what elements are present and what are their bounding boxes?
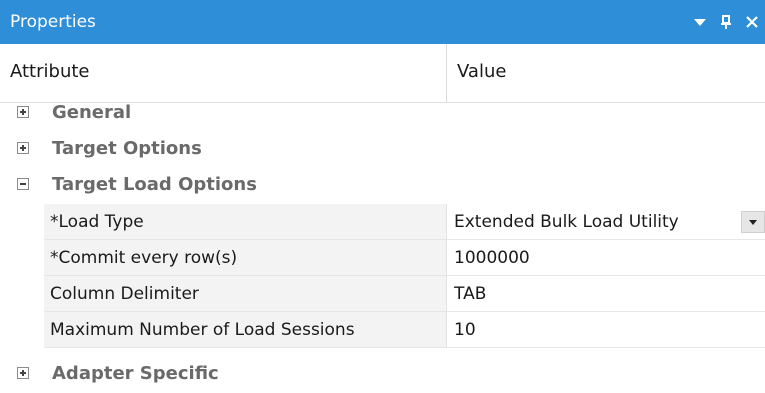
category-general[interactable]: General bbox=[0, 94, 765, 132]
commit-rows-field[interactable]: 1000000 bbox=[454, 248, 530, 268]
value-cell[interactable]: Extended Bulk Load Utility bbox=[446, 204, 765, 240]
category-target-load-options[interactable]: Target Load Options bbox=[0, 166, 765, 204]
load-type-select[interactable]: Extended Bulk Load Utility bbox=[454, 212, 679, 232]
chevron-down-icon[interactable] bbox=[687, 9, 713, 35]
panel-title: Properties bbox=[10, 12, 96, 32]
attribute-cell[interactable]: *Load Type bbox=[44, 204, 446, 240]
attribute-name: Column Delimiter bbox=[50, 284, 199, 304]
property-row-load-type[interactable]: *Load Type Extended Bulk Load Utility bbox=[0, 204, 765, 240]
property-row-max-load-sessions[interactable]: Maximum Number of Load Sessions 10 bbox=[0, 312, 765, 348]
value-cell[interactable]: 10 bbox=[446, 312, 765, 348]
value-cell[interactable]: TAB bbox=[446, 276, 765, 312]
column-delimiter-field[interactable]: TAB bbox=[454, 284, 486, 304]
attribute-cell[interactable]: *Commit every row(s) bbox=[44, 240, 446, 276]
attribute-cell[interactable]: Column Delimiter bbox=[44, 276, 446, 312]
value-cell[interactable]: 1000000 bbox=[446, 240, 765, 276]
category-target-options[interactable]: Target Options bbox=[0, 130, 765, 168]
title-bar-controls bbox=[687, 0, 765, 44]
category-label: General bbox=[52, 102, 132, 123]
title-bar[interactable]: Properties bbox=[0, 0, 765, 44]
close-icon[interactable] bbox=[739, 9, 765, 35]
pin-icon[interactable] bbox=[713, 9, 739, 35]
category-label: Target Load Options bbox=[52, 174, 257, 195]
attribute-name: *Load Type bbox=[50, 212, 144, 232]
max-load-sessions-field[interactable]: 10 bbox=[454, 320, 476, 340]
expand-icon[interactable] bbox=[17, 142, 29, 154]
properties-panel: Properties Attribute Value General Targe… bbox=[0, 0, 765, 391]
expand-icon[interactable] bbox=[17, 367, 29, 379]
expand-icon[interactable] bbox=[17, 106, 29, 118]
dropdown-arrow-icon[interactable] bbox=[741, 211, 765, 233]
value-column-header[interactable]: Value bbox=[457, 61, 506, 82]
attribute-column-header[interactable]: Attribute bbox=[10, 61, 89, 82]
collapse-icon[interactable] bbox=[17, 178, 29, 190]
property-row-commit-every-rows[interactable]: *Commit every row(s) 1000000 bbox=[0, 240, 765, 276]
attribute-name: *Commit every row(s) bbox=[50, 248, 238, 268]
category-label: Adapter Specific bbox=[52, 363, 219, 384]
property-row-column-delimiter[interactable]: Column Delimiter TAB bbox=[0, 276, 765, 312]
category-label: Target Options bbox=[52, 138, 202, 159]
attribute-name: Maximum Number of Load Sessions bbox=[50, 320, 355, 340]
attribute-cell[interactable]: Maximum Number of Load Sessions bbox=[44, 312, 446, 348]
category-adapter-specific[interactable]: Adapter Specific bbox=[0, 355, 765, 393]
